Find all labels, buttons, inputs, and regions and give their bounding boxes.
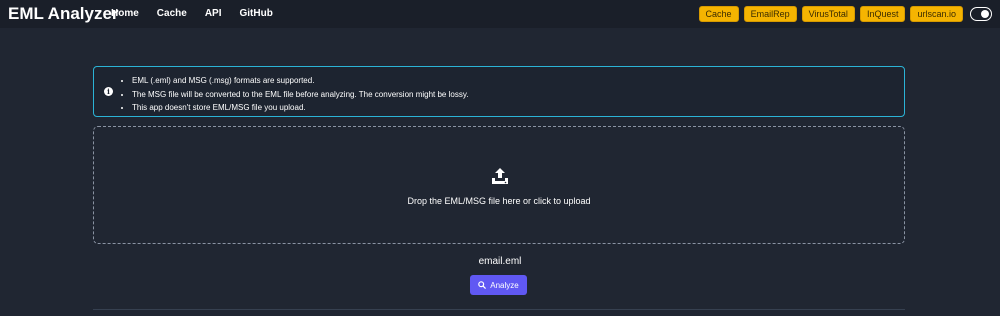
brand-title[interactable]: EML Analyzer [8, 4, 119, 24]
nav-link-github[interactable]: GitHub [239, 8, 272, 19]
notice-item-conversion: The MSG file will be converted to the EM… [132, 88, 468, 102]
notice-item-storage: This app doesn't store EML/MSG file you … [132, 101, 468, 115]
badge-cache[interactable]: Cache [698, 6, 739, 22]
upload-icon [492, 168, 508, 184]
info-notice: i EML (.eml) and MSG (.msg) formats are … [93, 66, 905, 117]
analyze-button-label: Analyze [490, 280, 519, 290]
nav-link-cache[interactable]: Cache [157, 8, 187, 19]
nav-links: Home Cache API GitHub [111, 8, 273, 19]
toggle-knob [981, 9, 989, 18]
notice-list: EML (.eml) and MSG (.msg) formats are su… [132, 74, 468, 115]
nav-link-api[interactable]: API [205, 8, 222, 19]
badge-urlscan[interactable]: urlscan.io [910, 6, 963, 22]
nav-link-home[interactable]: Home [111, 8, 139, 19]
badge-inquest[interactable]: InQuest [859, 6, 906, 22]
search-icon [478, 281, 487, 289]
badge-virustotal[interactable]: VirusTotal [801, 6, 855, 22]
badge-emailrep[interactable]: EmailRep [743, 6, 797, 22]
info-icon: i [104, 87, 113, 96]
selected-file-name: email.eml [478, 256, 522, 267]
theme-toggle[interactable] [970, 7, 992, 21]
section-divider [93, 309, 905, 310]
dropzone-text: Drop the EML/MSG file here or click to u… [407, 196, 591, 206]
analyze-button[interactable]: Analyze [470, 275, 527, 295]
file-dropzone[interactable]: Drop the EML/MSG file here or click to u… [93, 126, 905, 244]
service-badges: Cache EmailRep VirusTotal InQuest urlsca… [698, 6, 963, 22]
notice-item-formats: EML (.eml) and MSG (.msg) formats are su… [132, 74, 468, 88]
navbar: EML Analyzer Home Cache API GitHub Cache… [0, 0, 1000, 28]
